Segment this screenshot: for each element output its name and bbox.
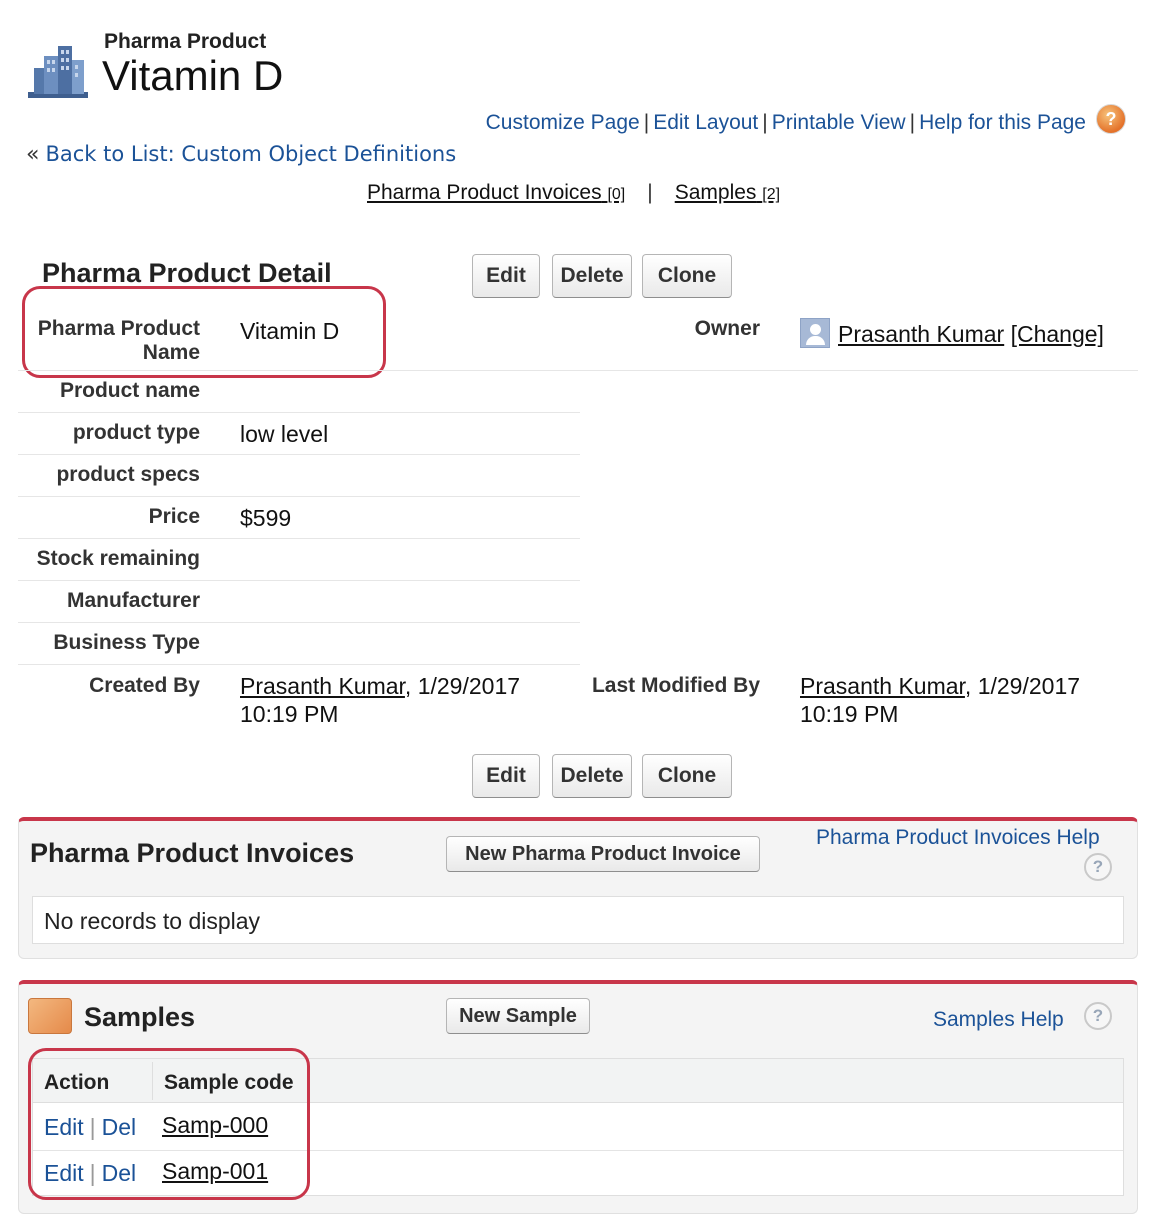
clone-button-bottom[interactable]: Clone bbox=[642, 754, 732, 798]
samples-hover-label: Samples bbox=[674, 181, 757, 204]
modified-by-user-link[interactable]: Prasanth Kumar bbox=[800, 673, 965, 699]
price-label: Price bbox=[148, 505, 200, 528]
edit-button[interactable]: Edit bbox=[472, 254, 540, 298]
modified-by-date: , 1/29/2017 bbox=[964, 673, 1081, 699]
page-links: Customize Page | Edit Layout | Printable Vie… bbox=[486, 111, 1086, 135]
invoices-hover-count: [0] bbox=[607, 186, 626, 203]
back-to-list-link[interactable]: Back to List: Custom Object Definitions bbox=[45, 142, 456, 166]
invoices-hover-link[interactable]: Pharma Product Invoices [0] bbox=[367, 181, 625, 204]
samples-help-link[interactable]: Samples Help bbox=[933, 1008, 1064, 1032]
pharma-product-name-value: Vitamin D bbox=[240, 318, 340, 344]
samples-list-title: Samples bbox=[84, 1002, 196, 1032]
samples-hover-link[interactable]: Samples [2] bbox=[675, 181, 780, 204]
invoices-hover-label: Pharma Product Invoices bbox=[367, 181, 602, 204]
edit-layout-link[interactable]: Edit Layout bbox=[653, 111, 758, 134]
divider bbox=[18, 622, 580, 623]
last-modified-by-label: Last Modified By bbox=[591, 674, 760, 697]
divider bbox=[18, 538, 580, 539]
separator: | bbox=[909, 111, 916, 134]
modified-by-time: 10:19 PM bbox=[800, 701, 899, 727]
created-by-time: 10:19 PM bbox=[240, 701, 339, 727]
owner-label: Owner bbox=[694, 317, 760, 340]
back-to-list: «Back to List: Custom Object Definitions bbox=[26, 142, 456, 167]
samples-hover-count: [2] bbox=[762, 186, 781, 203]
owner-avatar-icon bbox=[800, 318, 830, 348]
pharma-product-name-label: Pharma Product Name bbox=[37, 317, 200, 364]
printable-view-link[interactable]: Printable View bbox=[772, 111, 906, 134]
stock-remaining-label: Stock remaining bbox=[36, 547, 200, 570]
divider bbox=[18, 496, 580, 497]
last-modified-by-value: Prasanth Kumar, 1/29/2017 10:19 PM bbox=[800, 672, 1080, 728]
customize-page-link[interactable]: Customize Page bbox=[486, 111, 640, 134]
business-type-label: Business Type bbox=[53, 631, 200, 654]
edit-button-bottom[interactable]: Edit bbox=[472, 754, 540, 798]
separator: | bbox=[643, 111, 650, 134]
help-icon[interactable]: ? bbox=[1096, 104, 1126, 134]
help-icon-glyph: ? bbox=[1105, 109, 1117, 129]
record-title: Vitamin D bbox=[102, 52, 284, 99]
owner-link[interactable]: Prasanth Kumar bbox=[838, 321, 1004, 347]
help-for-page-link[interactable]: Help for this Page bbox=[919, 111, 1086, 134]
product-specs-label: product specs bbox=[56, 463, 200, 486]
separator: | bbox=[647, 181, 653, 204]
separator: | bbox=[762, 111, 768, 134]
samples-help-icon[interactable]: ? bbox=[1084, 1002, 1112, 1030]
delete-button-bottom[interactable]: Delete bbox=[552, 754, 632, 798]
divider bbox=[18, 370, 1138, 371]
samples-object-icon bbox=[28, 998, 72, 1034]
product-name-label: Product name bbox=[59, 379, 200, 402]
created-by-label: Created By bbox=[89, 674, 200, 697]
product-type-label: product type bbox=[72, 421, 200, 444]
created-by-value: Prasanth Kumar, 1/29/2017 10:19 PM bbox=[240, 672, 520, 728]
divider bbox=[18, 664, 580, 665]
new-invoice-button[interactable]: New Pharma Product Invoice bbox=[446, 836, 760, 872]
created-by-date: , 1/29/2017 bbox=[404, 673, 521, 699]
invoices-help-link[interactable]: Pharma Product Invoices Help bbox=[816, 826, 1100, 850]
price-value: $599 bbox=[240, 505, 292, 531]
detail-section-title: Pharma Product Detail bbox=[42, 258, 332, 288]
no-records-message: No records to display bbox=[44, 908, 261, 934]
object-type-label: Pharma Product bbox=[104, 30, 267, 53]
divider bbox=[18, 580, 580, 581]
highlight-annotation bbox=[28, 1048, 310, 1200]
back-chevron-icon: « bbox=[26, 142, 40, 167]
invoices-list-title: Pharma Product Invoices bbox=[30, 838, 355, 868]
delete-button[interactable]: Delete bbox=[552, 254, 632, 298]
owner-value: Prasanth Kumar [Change] bbox=[838, 320, 1104, 348]
product-type-value: low level bbox=[240, 421, 329, 447]
clone-button[interactable]: Clone bbox=[642, 254, 732, 298]
created-by-user-link[interactable]: Prasanth Kumar bbox=[240, 673, 405, 699]
related-list-hover-links: Pharma Product Invoices [0] | Samples [2] bbox=[367, 181, 780, 205]
invoices-help-icon[interactable]: ? bbox=[1084, 853, 1112, 881]
pharma-product-object-icon bbox=[26, 38, 90, 102]
manufacturer-label: Manufacturer bbox=[66, 589, 200, 612]
owner-change-link[interactable]: [Change] bbox=[1011, 321, 1104, 347]
divider bbox=[18, 412, 580, 413]
divider bbox=[18, 454, 580, 455]
new-sample-button[interactable]: New Sample bbox=[446, 998, 590, 1034]
